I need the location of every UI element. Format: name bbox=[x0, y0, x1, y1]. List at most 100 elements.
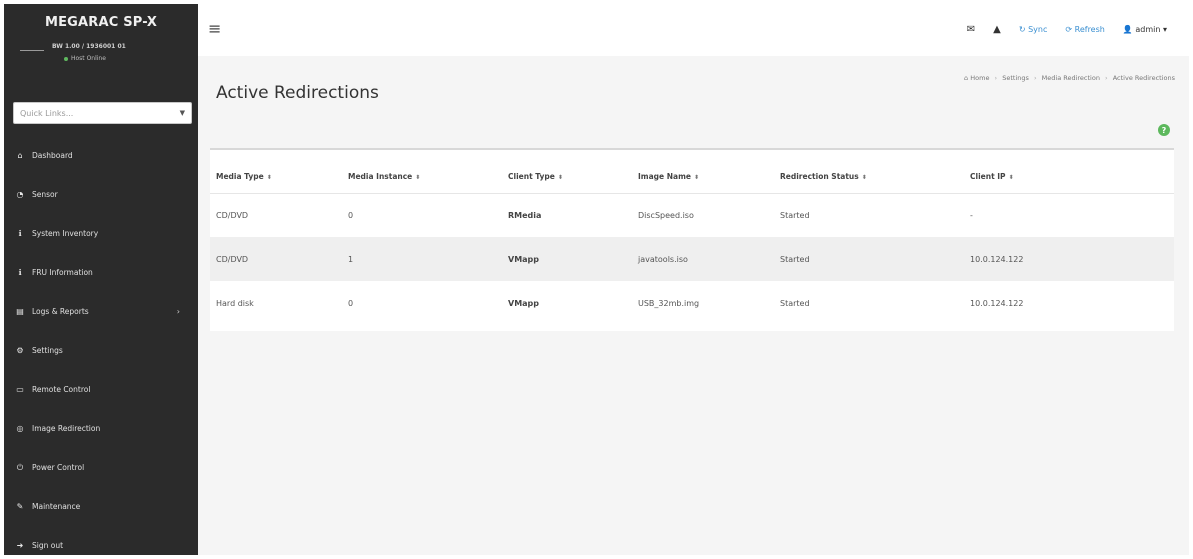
sensor-icon: ◔ bbox=[16, 190, 24, 199]
sync-label: Sync bbox=[1028, 25, 1048, 34]
redirections-table: Media Type ⬍ Media Instance ⬍ Client Type ⬍… bbox=[210, 160, 1174, 325]
cell-image-name: DiscSpeed.iso bbox=[638, 210, 694, 220]
host-firmware-id: BW 1.00 / 1936001 01 bbox=[52, 43, 126, 50]
sidebar-item-label: Logs & Reports bbox=[32, 307, 89, 316]
chevron-down-icon: ▼ bbox=[179, 109, 185, 117]
column-header-media-type[interactable]: Media Type ⬍ bbox=[210, 160, 342, 193]
sidebar-item-sign-out[interactable]: ➜ Sign out bbox=[4, 526, 198, 559]
table-row: CD/DVD 1 VMapp javatools.iso Started 10.… bbox=[210, 237, 1174, 281]
cell-image-name: USB_32mb.img bbox=[638, 298, 700, 308]
monitor-icon: ▭ bbox=[16, 385, 24, 394]
power-icon: ⏻ bbox=[16, 462, 24, 472]
info-icon: ℹ bbox=[18, 268, 22, 277]
help-icon[interactable]: ? bbox=[1158, 124, 1170, 136]
cell-media-instance: 0 bbox=[348, 298, 354, 308]
breadcrumb-home[interactable]: Home bbox=[970, 74, 989, 82]
user-label: admin bbox=[1135, 25, 1161, 34]
menu-icon[interactable]: ≡ bbox=[208, 21, 221, 37]
home-icon: ⌂ bbox=[964, 74, 969, 82]
column-header-redirection-status[interactable]: Redirection Status ⬍ bbox=[774, 160, 964, 193]
main-content: Active Redirections ⌂ Home › Settings › … bbox=[198, 56, 1189, 555]
breadcrumb-active-redirections: Active Redirections bbox=[1112, 74, 1175, 82]
table-header-row: Media Type ⬍ Media Instance ⬍ Client Type ⬍… bbox=[210, 160, 1174, 193]
warning-icon[interactable]: ▲ bbox=[993, 24, 1001, 35]
sidebar-item-image-redirection[interactable]: ◎ Image Redirection bbox=[4, 409, 198, 448]
home-icon: ⌂ bbox=[17, 151, 23, 160]
top-actions: ✉ ▲ ↻ Sync ⟳ Refresh 👤 admin ▾ bbox=[967, 24, 1167, 35]
breadcrumb-media-redirection[interactable]: Media Redirection bbox=[1042, 74, 1100, 82]
sidebar-item-power-control[interactable]: ⏻ Power Control bbox=[4, 448, 198, 487]
cell-client-ip: - bbox=[970, 210, 973, 220]
table-row: Hard disk 0 VMapp USB_32mb.img Started 1… bbox=[210, 281, 1174, 325]
sort-icon: ⬍ bbox=[266, 173, 272, 181]
sidebar-item-label: Sign out bbox=[32, 541, 64, 550]
cell-redirection-status: Started bbox=[780, 298, 810, 308]
sidebar-item-label: Image Redirection bbox=[32, 424, 101, 433]
sidebar-item-sensor[interactable]: ◔ Sensor bbox=[4, 175, 198, 214]
quick-links-select[interactable]: Quick Links... ▼ bbox=[13, 102, 192, 124]
gear-icon: ⚙ bbox=[16, 346, 24, 355]
column-header-media-instance[interactable]: Media Instance ⬍ bbox=[342, 160, 502, 193]
disc-icon: ◎ bbox=[16, 424, 24, 433]
user-icon: 👤 bbox=[1122, 25, 1133, 34]
redirections-panel: Media Type ⬍ Media Instance ⬍ Client Type ⬍… bbox=[210, 148, 1174, 331]
sidebar-item-label: Maintenance bbox=[32, 502, 81, 511]
host-status-label: Host Online bbox=[71, 55, 106, 62]
online-status-icon bbox=[64, 56, 68, 61]
mail-icon[interactable]: ✉ bbox=[967, 24, 975, 35]
signout-icon: ➜ bbox=[16, 541, 24, 550]
chevron-down-icon: ▾ bbox=[1162, 25, 1167, 34]
breadcrumb-separator: › bbox=[1033, 74, 1037, 82]
cell-media-instance: 1 bbox=[342, 237, 502, 281]
sync-icon: ↻ bbox=[1018, 25, 1026, 34]
sidebar-item-label: Power Control bbox=[32, 463, 85, 472]
cell-client-ip: 10.0.124.122 bbox=[964, 237, 1174, 281]
cell-redirection-status: Started bbox=[780, 210, 810, 220]
chart-icon: ▤ bbox=[16, 307, 24, 316]
breadcrumb-settings[interactable]: Settings bbox=[1002, 74, 1029, 82]
refresh-icon: ⟳ bbox=[1065, 25, 1073, 34]
sidebar-item-label: Dashboard bbox=[32, 151, 73, 160]
cell-image-name: javatools.iso bbox=[632, 237, 774, 281]
cell-media-instance: 0 bbox=[348, 210, 354, 220]
sidebar-item-remote-control[interactable]: ▭ Remote Control bbox=[4, 370, 198, 409]
page-title: Active Redirections bbox=[216, 83, 379, 103]
chevron-right-icon: › bbox=[176, 307, 180, 316]
sort-icon: ⬍ bbox=[1008, 173, 1014, 181]
host-info: BW 1.00 / 1936001 01 Host Online bbox=[4, 40, 198, 84]
column-header-image-name[interactable]: Image Name ⬍ bbox=[632, 160, 774, 193]
cell-media-type: CD/DVD bbox=[210, 237, 342, 281]
sidebar-item-label: Remote Control bbox=[32, 385, 91, 394]
sort-icon: ⬍ bbox=[693, 173, 700, 181]
sidebar-item-label: Sensor bbox=[32, 190, 58, 199]
refresh-button[interactable]: ⟳ Refresh bbox=[1065, 25, 1104, 34]
cell-client-type: RMedia bbox=[508, 210, 542, 220]
breadcrumb-separator: › bbox=[1105, 74, 1108, 82]
sidebar-item-dashboard[interactable]: ⌂ Dashboard bbox=[4, 136, 198, 175]
host-status: Host Online bbox=[64, 55, 106, 62]
user-menu[interactable]: 👤 admin ▾ bbox=[1123, 25, 1167, 34]
breadcrumb-separator: › bbox=[994, 74, 998, 82]
sidebar-item-label: Settings bbox=[32, 346, 63, 355]
sidebar-item-fru-information[interactable]: ℹ FRU Information bbox=[4, 253, 198, 292]
table-row: CD/DVD 0 RMedia DiscSpeed.iso Started - bbox=[210, 193, 1174, 237]
sort-icon: ⬍ bbox=[557, 173, 563, 181]
column-header-client-ip[interactable]: Client IP ⬍ bbox=[964, 160, 1174, 193]
sidebar-nav: ⌂ Dashboard ◔ Sensor ℹ System Inventory … bbox=[4, 136, 198, 559]
cell-client-ip: 10.0.124.122 bbox=[970, 298, 1024, 308]
sort-icon: ⬍ bbox=[861, 173, 867, 181]
cell-client-type: VMapp bbox=[508, 298, 540, 308]
cell-client-type: VMapp bbox=[502, 237, 632, 281]
quick-links-placeholder: Quick Links... bbox=[20, 108, 74, 118]
breadcrumb: ⌂ Home › Settings › Media Redirection › … bbox=[964, 74, 1175, 82]
sidebar-item-logs-reports[interactable]: ▤ Logs & Reports › bbox=[4, 292, 198, 331]
sidebar-item-label: FRU Information bbox=[32, 268, 93, 277]
sidebar-item-maintenance[interactable]: ✎ Maintenance bbox=[4, 487, 198, 526]
sidebar-item-system-inventory[interactable]: ℹ System Inventory bbox=[4, 214, 198, 253]
sidebar-item-settings[interactable]: ⚙ Settings bbox=[4, 331, 198, 370]
sync-button[interactable]: ↻ Sync bbox=[1019, 25, 1048, 34]
cell-media-type: Hard disk bbox=[216, 298, 254, 308]
column-header-client-type[interactable]: Client Type ⬍ bbox=[502, 160, 632, 193]
refresh-label: Refresh bbox=[1074, 25, 1105, 34]
sort-icon: ⬍ bbox=[415, 173, 421, 181]
